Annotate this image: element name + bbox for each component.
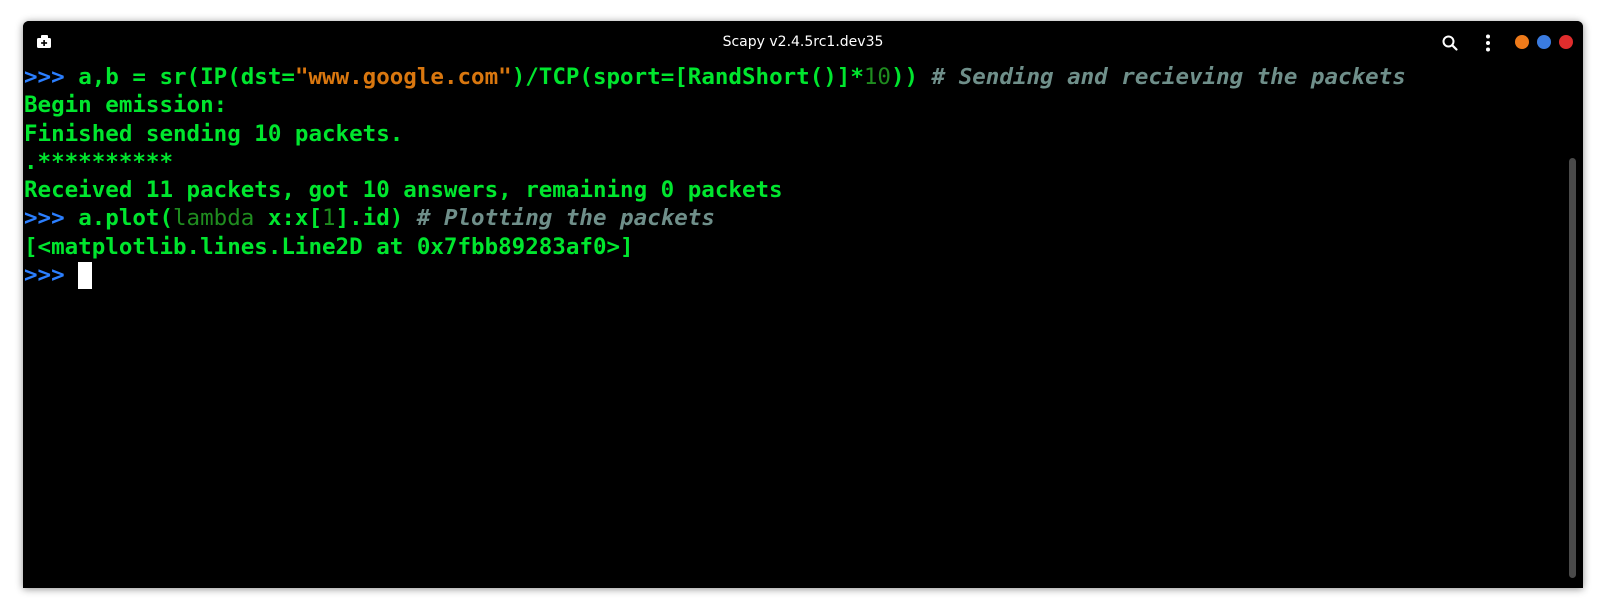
close-icon[interactable]	[1559, 35, 1573, 49]
keyword: lambda	[173, 205, 255, 232]
command-line-1: >>> a,b = sr(IP(dst="www.google.com")/TC…	[24, 63, 1583, 91]
window-title: Scapy v2.4.5rc1.dev35	[722, 34, 884, 50]
minimize-icon[interactable]	[1515, 35, 1529, 49]
code: a.plot(	[78, 205, 174, 232]
code-comment: # Sending and recieving the packets	[931, 64, 1406, 90]
command-line-2: >>> a.plot(lambda x:x[1].id) # Plotting …	[24, 204, 1583, 232]
search-icon[interactable]	[1439, 32, 1461, 54]
output-line: .**********	[24, 148, 174, 175]
code: ].id)	[335, 205, 417, 232]
terminal-output[interactable]: >>> a,b = sr(IP(dst="www.google.com")/TC…	[23, 63, 1583, 588]
prompt: >>>	[24, 64, 65, 90]
output-line: Received 11 packets, got 10 answers, rem…	[24, 177, 783, 204]
number-literal: 1	[322, 205, 336, 232]
string-literal: "www.google.com"	[294, 64, 512, 90]
maximize-icon[interactable]	[1537, 35, 1551, 49]
input-line[interactable]: >>>	[24, 261, 1583, 290]
prompt: >>>	[24, 205, 65, 232]
code: )/TCP(sport=[RandShort()]*	[511, 64, 864, 90]
code-comment: # Plotting the packets	[416, 205, 715, 232]
text-cursor	[78, 262, 93, 290]
new-tab-icon[interactable]	[35, 33, 55, 51]
prompt: >>>	[24, 262, 65, 289]
code: ))	[890, 64, 932, 90]
output-line: Finished sending 10 packets.	[24, 120, 404, 147]
code: x:x[	[254, 205, 323, 232]
scrollbar[interactable]	[1569, 158, 1576, 578]
code: a,b = sr(IP(dst=	[78, 64, 295, 90]
output-line: Begin emission:	[24, 92, 228, 119]
kebab-menu-icon[interactable]	[1477, 32, 1499, 54]
result-line: [<matplotlib.lines.Line2D at 0x7fbb89283…	[24, 233, 634, 260]
title-bar: Scapy v2.4.5rc1.dev35	[23, 21, 1583, 63]
terminal-window: Scapy v2.4.5rc1.dev35 >>> a,b = sr(IP(ds…	[23, 21, 1583, 588]
number-literal: 10	[863, 64, 891, 90]
